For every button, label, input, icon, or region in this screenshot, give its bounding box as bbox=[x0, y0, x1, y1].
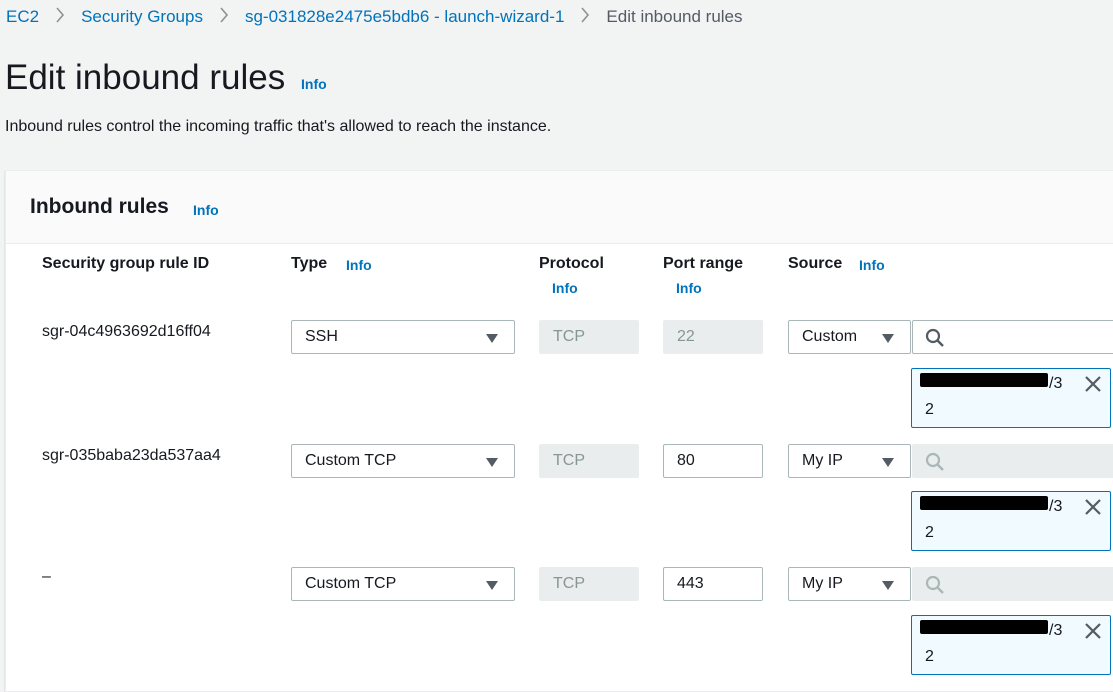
port-range-field: 22 bbox=[663, 320, 763, 354]
column-header-type: Type bbox=[291, 255, 328, 272]
close-icon[interactable] bbox=[1084, 498, 1102, 516]
panel-header: Inbound rules Info bbox=[6, 171, 1113, 244]
source-select-value: Custom bbox=[802, 328, 858, 345]
panel-info-link[interactable]: Info bbox=[193, 202, 219, 218]
inbound-rules-panel: Inbound rules Info Security group rule I… bbox=[5, 170, 1113, 692]
source-select[interactable]: My IP bbox=[788, 444, 911, 478]
cidr-search-input[interactable] bbox=[912, 320, 1113, 354]
chevron-right-icon bbox=[574, 6, 596, 28]
column-header-port-range: Port range bbox=[663, 255, 744, 272]
chevron-right-icon bbox=[213, 6, 235, 28]
token-value: 2 bbox=[925, 648, 934, 665]
cidr-search-input bbox=[912, 567, 1113, 601]
type-info-link[interactable]: Info bbox=[346, 257, 372, 273]
close-icon[interactable] bbox=[1084, 375, 1102, 393]
source-select-value: My IP bbox=[802, 575, 843, 592]
chevron-right-icon bbox=[49, 6, 71, 28]
redacted-ip bbox=[920, 373, 1048, 387]
port-range-input[interactable]: 80 bbox=[663, 444, 763, 478]
source-select[interactable]: Custom bbox=[788, 320, 911, 354]
protocol-field: TCP bbox=[539, 567, 639, 601]
caret-down-icon bbox=[486, 458, 498, 467]
cidr-token: /3 2 bbox=[911, 491, 1111, 551]
column-header-protocol: Protocol bbox=[539, 255, 604, 272]
type-select[interactable]: SSH bbox=[291, 320, 515, 354]
caret-down-icon bbox=[882, 458, 894, 467]
column-header-rule-id: Security group rule ID bbox=[42, 255, 210, 272]
panel-title: Inbound rules bbox=[30, 195, 169, 218]
token-suffix: /3 bbox=[1049, 498, 1063, 515]
type-select[interactable]: Custom TCP bbox=[291, 444, 515, 478]
rule-id: – bbox=[42, 568, 51, 585]
column-header-source: Source bbox=[788, 255, 843, 272]
cidr-token: /3 2 bbox=[911, 615, 1111, 675]
caret-down-icon bbox=[882, 334, 894, 343]
cidr-token: /3 2 bbox=[911, 368, 1111, 428]
redacted-ip bbox=[920, 496, 1048, 510]
protocol-field: TCP bbox=[539, 444, 639, 478]
caret-down-icon bbox=[486, 334, 498, 343]
search-icon bbox=[925, 575, 944, 594]
cidr-search-input bbox=[912, 444, 1113, 478]
rule-id: sgr-035baba23da537aa4 bbox=[42, 447, 221, 464]
breadcrumb: EC2 Security Groups sg-031828e2475e5bdb6… bbox=[6, 6, 743, 28]
search-icon bbox=[925, 452, 944, 471]
page-info-link[interactable]: Info bbox=[301, 76, 327, 92]
rule-id: sgr-04c4963692d16ff04 bbox=[42, 323, 211, 340]
caret-down-icon bbox=[486, 581, 498, 590]
type-select-value: SSH bbox=[305, 328, 338, 345]
breadcrumb-ec2[interactable]: EC2 bbox=[6, 7, 39, 27]
breadcrumb-security-groups[interactable]: Security Groups bbox=[81, 7, 203, 27]
token-suffix: /3 bbox=[1049, 622, 1063, 639]
type-select-value: Custom TCP bbox=[305, 452, 397, 469]
protocol-info-link[interactable]: Info bbox=[552, 280, 578, 296]
breadcrumb-security-group[interactable]: sg-031828e2475e5bdb6 - launch-wizard-1 bbox=[245, 7, 564, 27]
redacted-ip bbox=[920, 620, 1048, 634]
source-info-link[interactable]: Info bbox=[859, 257, 885, 273]
type-select-value: Custom TCP bbox=[305, 575, 397, 592]
port-range-input[interactable]: 443 bbox=[663, 567, 763, 601]
port-range-info-link[interactable]: Info bbox=[676, 280, 702, 296]
breadcrumb-current: Edit inbound rules bbox=[606, 7, 743, 26]
caret-down-icon bbox=[882, 581, 894, 590]
close-icon[interactable] bbox=[1084, 622, 1102, 640]
token-value: 2 bbox=[925, 401, 934, 418]
type-select[interactable]: Custom TCP bbox=[291, 567, 515, 601]
token-value: 2 bbox=[925, 524, 934, 541]
search-icon bbox=[925, 328, 944, 347]
token-suffix: /3 bbox=[1049, 375, 1063, 392]
protocol-field: TCP bbox=[539, 320, 639, 354]
source-select-value: My IP bbox=[802, 452, 843, 469]
page-description: Inbound rules control the incoming traff… bbox=[5, 118, 552, 135]
source-select[interactable]: My IP bbox=[788, 567, 911, 601]
page-title: Edit inbound rules bbox=[5, 58, 286, 97]
